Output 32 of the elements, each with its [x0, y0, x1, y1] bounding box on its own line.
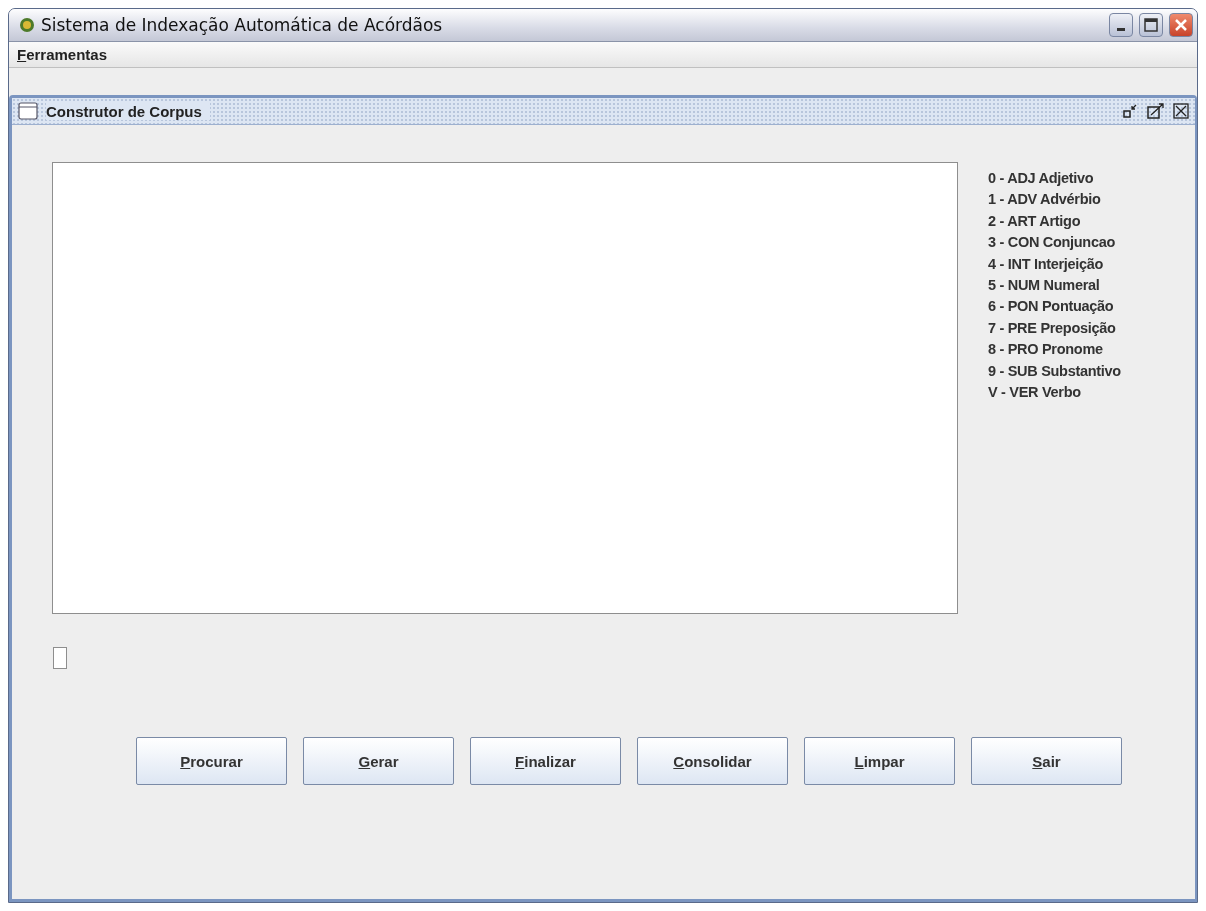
frame-title: Construtor de Corpus: [46, 102, 210, 120]
action-button[interactable]: Procurar: [136, 737, 287, 785]
legend-item: 1 - ADV Advérbio: [988, 191, 1102, 208]
legend-item: 8 - PRO Pronome: [988, 341, 1104, 358]
legend-item: 3 - CON Conjuncao: [988, 234, 1116, 251]
legend-item: V - VER Verbo: [988, 383, 1082, 400]
iconify-icon[interactable]: [1123, 103, 1139, 119]
close-icon: [1174, 18, 1188, 32]
minimize-icon: [1117, 27, 1125, 31]
legend-item: 5 - NUM Numeral: [988, 276, 1101, 293]
maximize-icon: [1144, 18, 1158, 32]
minimize-button[interactable]: [1109, 13, 1133, 37]
emblem-icon: [19, 17, 35, 33]
menu-item[interactable]: Ferramentas: [17, 46, 108, 63]
maximize-icon[interactable]: [1147, 103, 1165, 119]
legend-item: 7 - PRE Preposição: [988, 319, 1117, 336]
close-button[interactable]: [1169, 13, 1193, 37]
window-title: Sistema de Indexação Automática de Acórdãos: [41, 15, 444, 35]
action-button[interactable]: Finalizar: [470, 737, 621, 785]
legend-item: 2 - ART Artigo: [988, 212, 1082, 229]
close-icon[interactable]: [1173, 103, 1189, 119]
action-button[interactable]: Gerar: [303, 737, 454, 785]
action-button[interactable]: Limpar: [804, 737, 955, 785]
action-button[interactable]: Sair: [971, 737, 1122, 785]
legend-item: 0 - ADJ Adjetivo: [988, 170, 1095, 186]
action-button[interactable]: Consolidar: [637, 737, 788, 785]
window-icon: [18, 102, 38, 120]
maximize-button[interactable]: [1139, 13, 1163, 37]
legend-item: 4 - INT Interjeição: [988, 255, 1105, 272]
legend-item: 6 - PON Pontuação: [988, 298, 1115, 315]
input-field[interactable]: [53, 647, 67, 669]
legend-item: 9 - SUB Substantivo: [988, 362, 1121, 379]
